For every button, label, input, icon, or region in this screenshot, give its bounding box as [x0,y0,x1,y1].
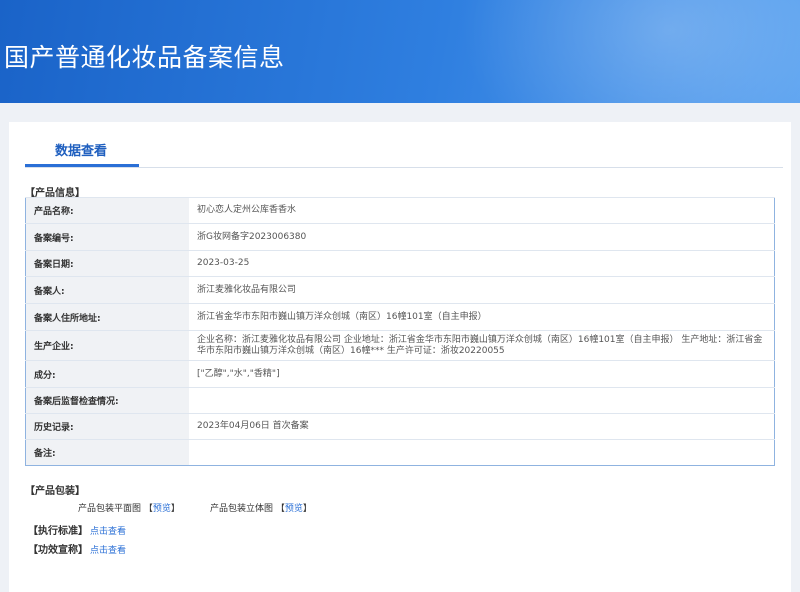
page-title: 国产普通化妆品备案信息 [4,43,285,72]
table-row: 成分: ["乙醇","水","香精"] [25,360,775,388]
row-value: 浙江麦雅化妆品有限公司 [189,276,775,304]
row-value: 浙江省金华市东阳市巍山镇万洋众创城（南区）16幢101室（自主申报） [189,303,775,331]
table-row: 备案后监督检查情况: [25,387,775,414]
row-key: 产品名称: [25,197,189,224]
preview-flat-link[interactable]: 预览 [153,504,171,514]
row-key: 生产企业: [25,330,189,361]
tab-bar: 数据查看 [25,122,783,168]
table-row: 生产企业: 企业名称：浙江麦雅化妆品有限公司 企业地址：浙江省金华市东阳市巍山镇… [25,330,775,361]
table-row: 备案日期: 2023-03-25 [25,250,775,277]
content-panel: 数据查看 【产品信息】 产品名称: 初心恋人定州公库香香水 备案编号: 浙G妆网… [9,122,791,592]
packaging-item-flat: 产品包装平面图 【预览】 [78,501,180,514]
row-key: 历史记录: [25,413,189,440]
row-value: 初心恋人定州公库香香水 [189,197,775,224]
packaging-item-label: 产品包装立体图 [210,504,274,514]
bracket-close: 】 [302,504,312,514]
row-key: 备案日期: [25,250,189,277]
standard-label: 【执行标准】 [28,526,88,537]
row-value: 2023年04月06日 首次备案 [189,413,775,440]
row-value [189,439,775,466]
row-value: ["乙醇","水","香精"] [189,360,775,388]
standard-line: 【执行标准】 点击查看 [28,522,126,537]
packaging-item-3d: 产品包装立体图 【预览】 [210,501,312,514]
header-banner: 国产普通化妆品备案信息 [0,0,800,103]
row-key: 备案编号: [25,223,189,251]
table-row: 备案编号: 浙G妆网备字2023006380 [25,223,775,251]
row-value: 2023-03-25 [189,250,775,277]
efficacy-line: 【功效宣称】 点击查看 [28,541,126,556]
row-key: 备案后监督检查情况: [25,387,189,414]
standard-view-link[interactable]: 点击查看 [90,527,126,537]
tab-data-view[interactable]: 数据查看 [55,140,107,159]
efficacy-label: 【功效宣称】 [28,545,88,556]
product-info-table: 产品名称: 初心恋人定州公库香香水 备案编号: 浙G妆网备字2023006380… [25,197,775,466]
table-row: 备案人住所地址: 浙江省金华市东阳市巍山镇万洋众创城（南区）16幢101室（自主… [25,303,775,331]
preview-3d-link[interactable]: 预览 [285,504,303,514]
packaging-label: 【产品包装】 [25,486,85,497]
table-row: 历史记录: 2023年04月06日 首次备案 [25,413,775,440]
row-value: 浙G妆网备字2023006380 [189,223,775,251]
table-row: 产品名称: 初心恋人定州公库香香水 [25,197,775,224]
row-key: 成分: [25,360,189,388]
packaging-item-label: 产品包装平面图 [78,504,142,514]
tab-active-indicator [25,164,139,167]
row-value [189,387,775,414]
row-key: 备注: [25,439,189,466]
row-key: 备案人住所地址: [25,303,189,331]
bracket-open: 【 [143,504,153,514]
bracket-close: 】 [170,504,180,514]
bracket-open: 【 [275,504,285,514]
banner-glow [460,0,800,103]
efficacy-view-link[interactable]: 点击查看 [90,546,126,556]
table-row: 备注: [25,439,775,466]
row-value: 企业名称：浙江麦雅化妆品有限公司 企业地址：浙江省金华市东阳市巍山镇万洋众创城（… [189,330,775,361]
table-row: 备案人: 浙江麦雅化妆品有限公司 [25,276,775,304]
row-key: 备案人: [25,276,189,304]
